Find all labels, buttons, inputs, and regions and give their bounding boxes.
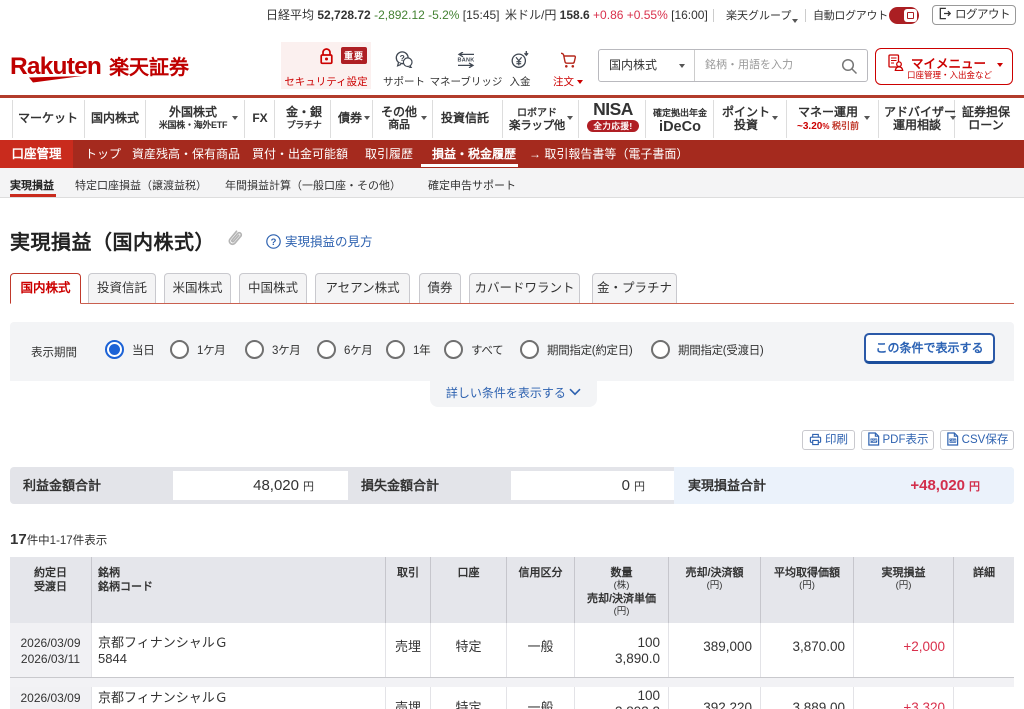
svg-text:BANK: BANK xyxy=(457,58,474,64)
svg-text:CSV: CSV xyxy=(949,439,957,443)
svg-text:PDF: PDF xyxy=(870,439,877,443)
svg-text:?: ? xyxy=(271,237,277,248)
